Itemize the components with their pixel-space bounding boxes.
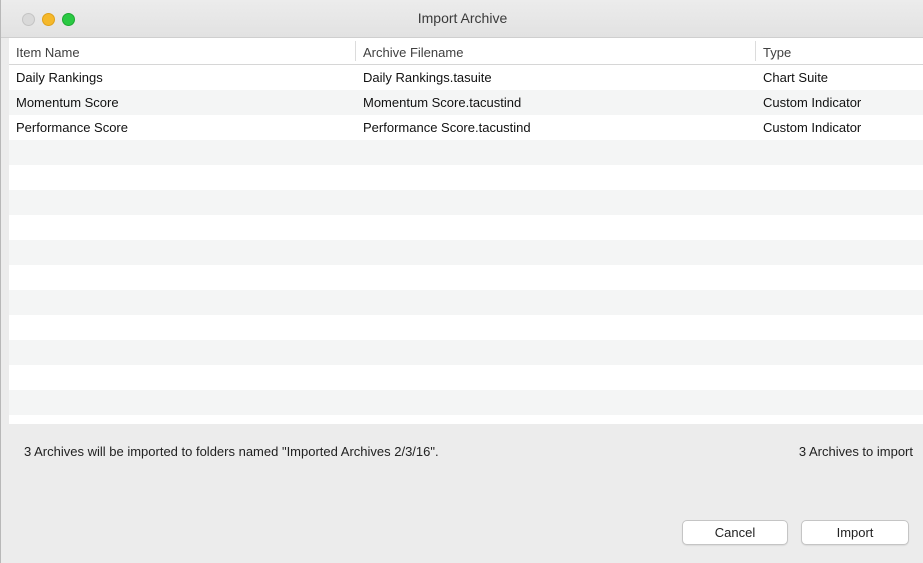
column-header-type[interactable]: Type bbox=[763, 45, 791, 60]
import-archive-window: Import Archive Item Name Archive Filenam… bbox=[0, 0, 923, 563]
column-header-item-name[interactable]: Item Name bbox=[16, 45, 80, 60]
import-button[interactable]: Import bbox=[801, 520, 909, 545]
empty-table-row bbox=[9, 340, 923, 365]
title-bar: Import Archive bbox=[1, 0, 923, 38]
empty-table-row bbox=[9, 190, 923, 215]
column-header-archive-filename[interactable]: Archive Filename bbox=[363, 45, 463, 60]
table-row[interactable]: Momentum Score Momentum Score.tacustind Cu… bbox=[9, 90, 923, 115]
cancel-button[interactable]: Cancel bbox=[682, 520, 788, 545]
empty-table-row bbox=[9, 240, 923, 265]
archive-filename-cell: Performance Score.tacustind bbox=[363, 120, 531, 135]
table-row[interactable]: Daily Rankings Daily Rankings.tasuite Char… bbox=[9, 65, 923, 90]
archive-table: Item Name Archive Filename Type Daily Ra… bbox=[9, 38, 923, 424]
column-divider[interactable] bbox=[355, 41, 356, 61]
type-cell: Custom Indicator bbox=[763, 120, 862, 135]
table-row[interactable]: Performance Score Performance Score.tacus… bbox=[9, 115, 923, 140]
empty-table-row bbox=[9, 165, 923, 190]
item-name-cell: Momentum Score bbox=[16, 95, 119, 110]
table-header: Item Name Archive Filename Type bbox=[9, 38, 923, 65]
type-cell: Chart Suite bbox=[763, 70, 829, 85]
empty-table-row bbox=[9, 290, 923, 315]
empty-table-row bbox=[9, 140, 923, 165]
empty-table-row bbox=[9, 365, 923, 390]
import-count: 3 Archives to import bbox=[798, 444, 913, 459]
empty-table-row bbox=[9, 265, 923, 290]
table-body: Daily Rankings Daily Rankings.tasuite Char… bbox=[9, 65, 923, 415]
empty-table-row bbox=[9, 215, 923, 240]
import-status-message: 3 Archives will be imported to folders n… bbox=[24, 444, 439, 459]
type-cell: Custom Indicator bbox=[763, 95, 862, 110]
empty-table-row bbox=[9, 390, 923, 415]
archive-filename-cell: Daily Rankings.tasuite bbox=[363, 70, 492, 85]
item-name-cell: Daily Rankings bbox=[16, 70, 103, 85]
item-name-cell: Performance Score bbox=[16, 120, 128, 135]
empty-table-row bbox=[9, 315, 923, 340]
column-divider[interactable] bbox=[755, 41, 756, 61]
window-title: Import Archive bbox=[417, 10, 508, 26]
archive-filename-cell: Momentum Score.tacustind bbox=[363, 95, 522, 110]
